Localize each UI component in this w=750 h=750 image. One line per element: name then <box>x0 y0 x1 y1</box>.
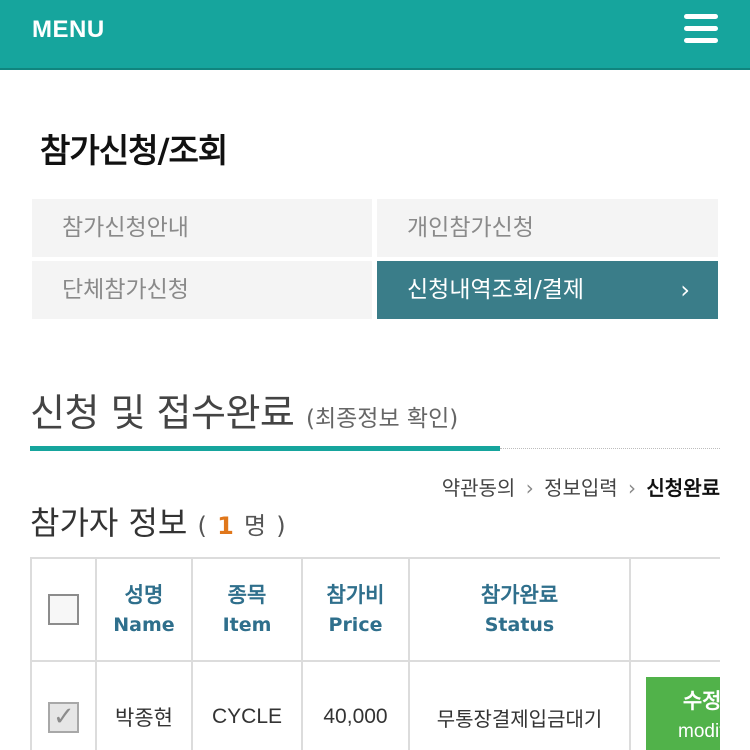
top-header: MENU <box>0 0 750 70</box>
modify-button[interactable]: 수정/ modify <box>646 677 720 750</box>
column-header-en: Price <box>328 613 383 636</box>
column-header-ko: 참가완료 <box>480 582 559 607</box>
select-all-checkbox[interactable] <box>48 594 79 625</box>
participants-heading: 참가자 정보 ( 1 명 ) <box>30 498 286 544</box>
section-divider <box>500 448 720 449</box>
column-header-item: 종목 Item <box>191 557 303 662</box>
tab-label: 참가신청안내 <box>62 215 189 241</box>
tab-history-payment[interactable]: 신청내역조회/결제 › <box>377 261 718 319</box>
column-header-en: Name <box>113 613 175 636</box>
column-header-status: 참가완료 Status <box>408 557 631 662</box>
tab-individual-application[interactable]: 개인참가신청 <box>377 199 718 257</box>
modify-label-en: modify <box>678 721 720 742</box>
chevron-right-icon: › <box>680 276 690 304</box>
paren-open: ( <box>197 512 207 540</box>
participants-table: 성명 Name 종목 Item 참가비 Price 참가완료 Status ✓ … <box>30 557 720 750</box>
participant-count: 1 <box>217 512 234 540</box>
column-header-ko: 종목 <box>227 582 267 607</box>
tab-label: 단체참가신청 <box>62 277 189 303</box>
cell-status: 무통장결제입금대기 <box>408 660 631 750</box>
cell-name: 박종현 <box>95 660 193 750</box>
column-header-ko: 성명 <box>124 582 164 607</box>
column-header-action <box>629 557 720 662</box>
chevron-right-icon: › <box>628 476 637 500</box>
modify-label-ko: 수정/ <box>682 689 720 713</box>
column-header-price: 참가비 Price <box>301 557 410 662</box>
column-header-name: 성명 Name <box>95 557 193 662</box>
row-select-cell: ✓ <box>30 660 97 750</box>
hamburger-menu-icon[interactable] <box>684 14 718 44</box>
step-info-input: 정보입력 <box>544 476 618 500</box>
participants-label: 참가자 정보 <box>30 504 188 542</box>
cell-item: CYCLE <box>191 660 303 750</box>
row-checkbox[interactable]: ✓ <box>48 700 79 733</box>
cell-price: 40,000 <box>301 660 410 750</box>
tab-label: 신청내역조회/결제 <box>407 277 585 303</box>
select-all-header <box>30 557 97 662</box>
column-header-en: Item <box>222 613 272 636</box>
breadcrumb: 약관동의 › 정보입력 › 신청완료 <box>442 472 720 501</box>
section-underline <box>30 446 500 451</box>
column-header-en: Status <box>484 613 555 636</box>
column-header-ko: 참가비 <box>326 582 385 607</box>
table-header-row: 성명 Name 종목 Item 참가비 Price 참가완료 Status <box>30 557 720 662</box>
paren-close: ) <box>276 512 286 540</box>
chevron-right-icon: › <box>525 476 534 500</box>
table-row: ✓ 박종현 CYCLE 40,000 무통장결제입금대기 <box>30 660 720 750</box>
section-subtitle: (최종정보 확인) <box>305 406 459 432</box>
step-terms: 약관동의 <box>441 476 516 500</box>
tab-application-guide[interactable]: 참가신청안내 <box>32 199 372 257</box>
count-unit: 명 <box>243 512 267 540</box>
tab-group-application[interactable]: 단체참가신청 <box>32 261 372 319</box>
page-title: 참가신청/조회 <box>40 131 228 170</box>
tab-label: 개인참가신청 <box>407 215 534 241</box>
section-title: 신청 및 접수완료 (최종정보 확인) <box>30 382 458 437</box>
step-complete: 신청완료 <box>646 476 720 500</box>
section-title-text: 신청 및 접수완료 <box>30 391 295 435</box>
menu-label[interactable]: MENU <box>32 16 105 44</box>
checkmark-icon: ✓ <box>53 700 75 731</box>
